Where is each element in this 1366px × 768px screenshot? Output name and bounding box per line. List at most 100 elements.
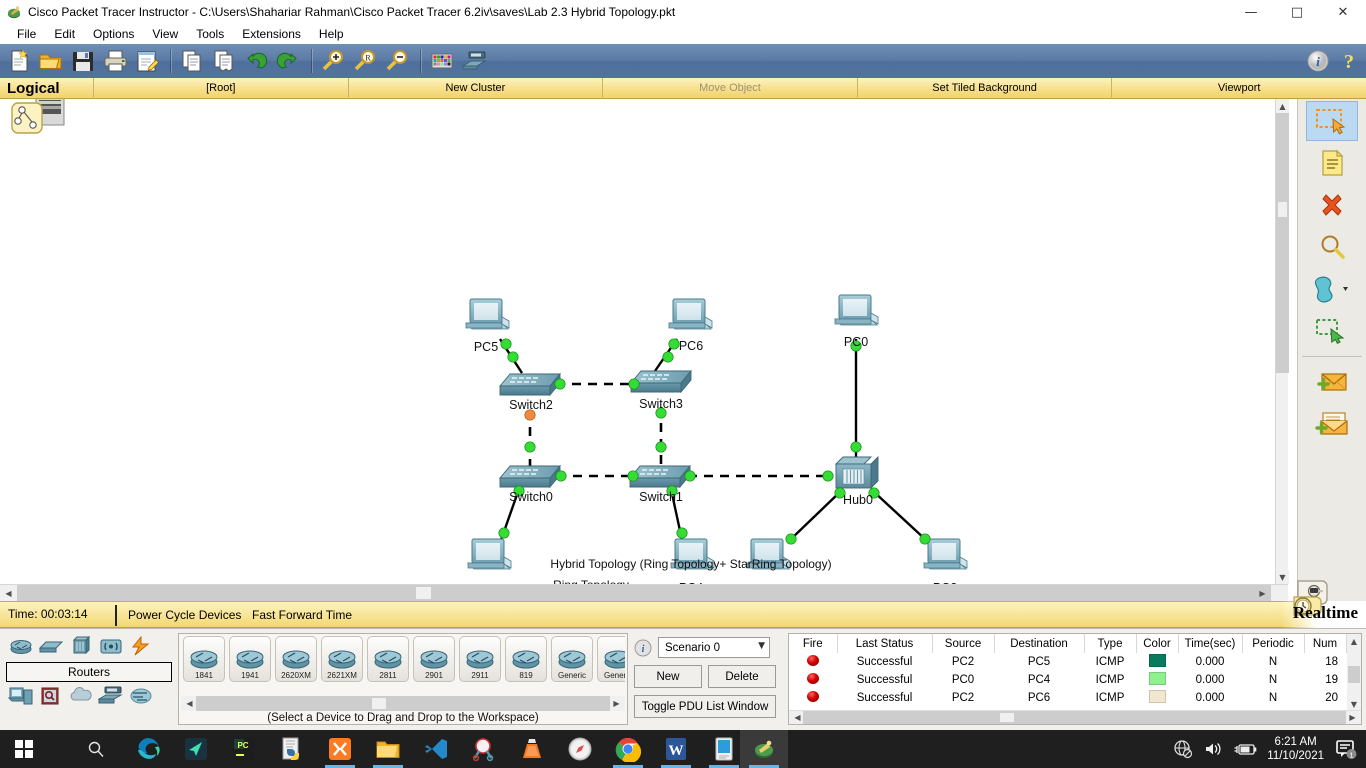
scroll-right-arrow-icon[interactable]: ▶: [1254, 585, 1271, 601]
viewport-button[interactable]: Viewport: [1111, 77, 1366, 99]
pdu-col-source[interactable]: Source: [932, 634, 995, 653]
undo-icon[interactable]: [241, 46, 271, 76]
activity-wizard-icon[interactable]: [132, 46, 162, 76]
python-icon[interactable]: [268, 730, 316, 768]
pdu-scroll-down-arrow-icon[interactable]: ▼: [1347, 697, 1361, 711]
device-pc5[interactable]: [465, 298, 510, 330]
menu-options[interactable]: Options: [84, 25, 143, 43]
device-scroll-right-arrow-icon[interactable]: ▶: [608, 696, 625, 711]
pdu-hscroll-track[interactable]: [803, 711, 1346, 724]
pdu-horizontal-scrollbar[interactable]: ◀ ▶: [789, 710, 1361, 724]
pycharm-icon[interactable]: PC: [220, 730, 268, 768]
pdu-col-type[interactable]: Type: [1084, 634, 1137, 653]
copy-icon[interactable]: [177, 46, 207, 76]
logical-physical-toggle[interactable]: [10, 99, 86, 147]
network-disconnected-icon[interactable]: [1173, 739, 1193, 759]
device-pc6[interactable]: [668, 298, 713, 330]
scenario-info-icon[interactable]: i: [634, 639, 652, 657]
xampp-icon[interactable]: [316, 730, 364, 768]
help-icon[interactable]: ?: [1338, 49, 1360, 73]
logical-workspace[interactable]: PC5 PC6 PC0 Switch2 Switch3 Switch0 Swit…: [0, 99, 1288, 584]
packet-tracer-icon[interactable]: [740, 730, 788, 768]
workspace-hscroll-track[interactable]: [17, 585, 1271, 601]
palette-icon[interactable]: [427, 46, 457, 76]
connections-icon[interactable]: [128, 636, 154, 658]
power-cycle-devices-button[interactable]: Power Cycle Devices: [128, 608, 241, 622]
device-pc0[interactable]: [834, 294, 879, 326]
pdu-hscroll-thumb[interactable]: [999, 712, 1015, 723]
set-tiled-background-button[interactable]: Set Tiled Background: [856, 77, 1112, 99]
fast-forward-time-button[interactable]: Fast Forward Time: [252, 608, 352, 622]
new-scenario-button[interactable]: New: [634, 665, 702, 688]
scroll-left-arrow-icon[interactable]: ◀: [0, 585, 17, 601]
taskbar-clock[interactable]: 6:21 AM 11/10/2021: [1267, 735, 1324, 763]
select-tool[interactable]: [1306, 101, 1358, 141]
end-devices-icon[interactable]: [8, 686, 34, 708]
menu-file[interactable]: File: [8, 25, 45, 43]
telegram-icon[interactable]: [172, 730, 220, 768]
device-list-horizontal-scrollbar[interactable]: ◀ ▶: [181, 696, 625, 711]
pdu-vertical-scrollbar[interactable]: ▲ ▼: [1347, 634, 1361, 711]
info-icon[interactable]: i: [1306, 49, 1330, 73]
battery-charging-icon[interactable]: [1233, 741, 1257, 757]
microsoft-edge-icon[interactable]: [124, 730, 172, 768]
open-folder-icon[interactable]: [36, 46, 66, 76]
inspect-magnifier-tool[interactable]: [1306, 227, 1358, 267]
custom-devices-icon[interactable]: [459, 46, 489, 76]
pdu-col-last-status[interactable]: Last Status: [837, 634, 933, 653]
vs-code-icon[interactable]: [412, 730, 460, 768]
device-switch2[interactable]: [499, 372, 561, 397]
device-model-item[interactable]: 1841: [183, 636, 225, 682]
zoom-reset-icon[interactable]: R: [350, 46, 380, 76]
pdu-col-fire[interactable]: Fire: [789, 634, 838, 653]
fire-led-icon[interactable]: [807, 673, 819, 684]
new-cluster-button[interactable]: New Cluster: [347, 77, 603, 99]
add-simple-pdu-tool[interactable]: [1306, 362, 1358, 402]
new-file-icon[interactable]: [4, 46, 34, 76]
device-hscroll-thumb[interactable]: [371, 697, 387, 710]
multiuser-connection-icon[interactable]: [128, 686, 154, 708]
print-icon[interactable]: [100, 46, 130, 76]
draw-shape-tool[interactable]: [1306, 269, 1358, 309]
menu-edit[interactable]: Edit: [45, 25, 84, 43]
device-switch3[interactable]: [630, 369, 692, 394]
vlc-icon[interactable]: [508, 730, 556, 768]
minimize-button[interactable]: —: [1228, 0, 1274, 24]
device-model-item[interactable]: Generic: [597, 636, 625, 682]
device-switch0[interactable]: [499, 464, 561, 489]
close-button[interactable]: ✕: [1320, 0, 1366, 24]
pdu-scroll-right-arrow-icon[interactable]: ▶: [1344, 711, 1361, 724]
menu-view[interactable]: View: [143, 25, 187, 43]
redo-icon[interactable]: [273, 46, 303, 76]
workspace-hscroll-thumb[interactable]: [415, 586, 432, 600]
maximize-button[interactable]: □: [1274, 0, 1320, 24]
custom-made-devices-icon[interactable]: [98, 686, 124, 708]
pdu-fire-button[interactable]: [789, 689, 837, 707]
resize-shape-tool[interactable]: [1306, 311, 1358, 351]
pdu-col-color[interactable]: Color: [1136, 634, 1179, 653]
add-complex-pdu-tool[interactable]: [1306, 404, 1358, 444]
table-row[interactable]: Successful PC0 PC4 ICMP 0.000 N 19: [789, 671, 1346, 689]
search-icon[interactable]: [72, 730, 120, 768]
pdu-col-time[interactable]: Time(sec): [1178, 634, 1243, 653]
device-model-item[interactable]: 2911: [459, 636, 501, 682]
logical-mode-label[interactable]: Logical: [0, 80, 93, 97]
delete-tool[interactable]: [1306, 185, 1358, 225]
wan-emulation-icon[interactable]: [68, 686, 94, 708]
pdu-fire-button[interactable]: [789, 653, 837, 671]
table-row[interactable]: Successful PC2 PC5 ICMP 0.000 N 18: [789, 653, 1346, 671]
pdu-scroll-up-arrow-icon[interactable]: ▲: [1347, 634, 1361, 648]
fire-led-icon[interactable]: [807, 691, 819, 702]
security-icon[interactable]: [38, 686, 64, 708]
device-hub0[interactable]: [834, 455, 879, 490]
topology-canvas[interactable]: PC5 PC6 PC0 Switch2 Switch3 Switch0 Swit…: [0, 99, 1275, 584]
delete-scenario-button[interactable]: Delete: [708, 665, 776, 688]
device-model-item[interactable]: 2811: [367, 636, 409, 682]
scroll-down-arrow-icon[interactable]: ▼: [1276, 570, 1289, 584]
scroll-up-arrow-icon[interactable]: ▲: [1276, 99, 1289, 113]
notifications-icon[interactable]: 1: [1334, 738, 1358, 760]
table-row[interactable]: Successful PC2 PC6 ICMP 0.000 N 20: [789, 689, 1346, 707]
device-model-item[interactable]: Generic: [551, 636, 593, 682]
toggle-pdu-list-window-button[interactable]: Toggle PDU List Window: [634, 695, 776, 718]
realtime-mode-label[interactable]: Realtime: [1293, 603, 1358, 623]
